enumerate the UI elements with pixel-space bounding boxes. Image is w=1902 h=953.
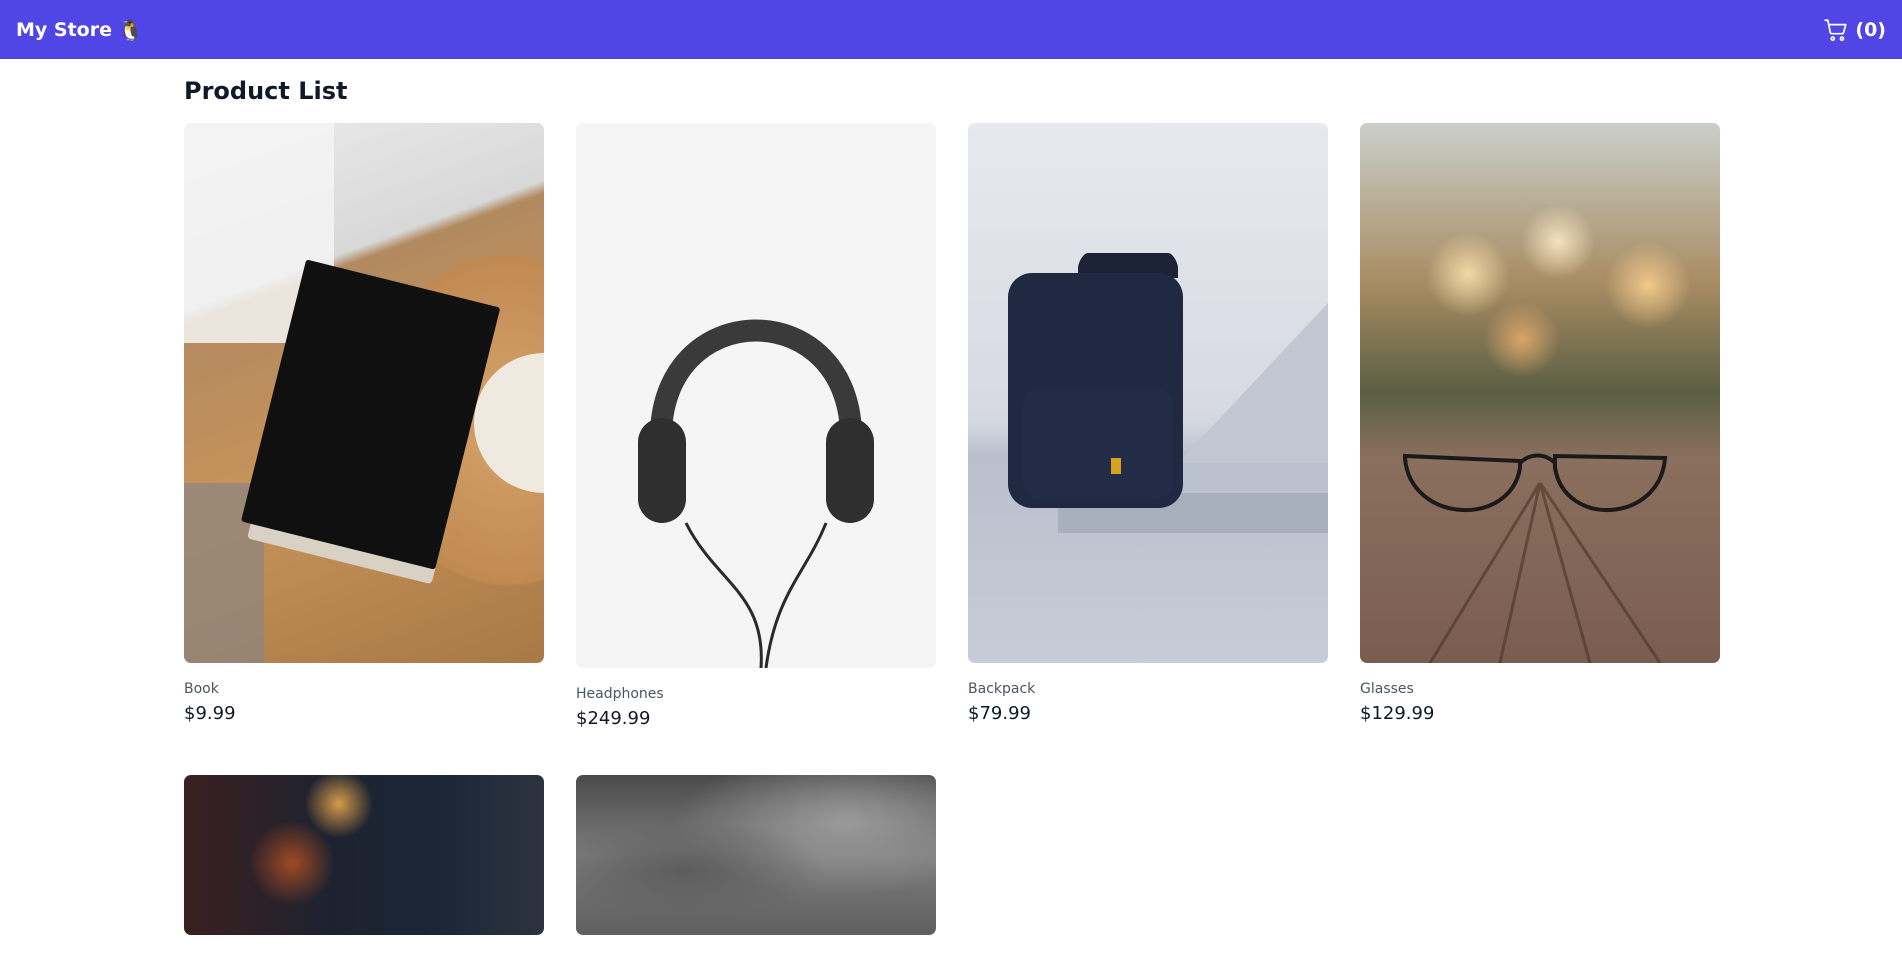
product-image-headphones [576,123,936,668]
product-card-book[interactable]: Book $9.99 [184,123,544,724]
glasses-illustration [1403,453,1668,663]
cart-count: (0) [1855,18,1886,41]
brand-link[interactable]: My Store 🐧 [16,19,143,41]
product-name: Book [184,681,219,697]
product-card-headphones[interactable]: Headphones $249.99 [576,123,936,729]
product-card-6[interactable] [576,775,936,953]
cart-button[interactable]: (0) [1823,17,1886,43]
product-name: Backpack [968,681,1036,697]
page-title: Product List [184,77,348,105]
book-illustration [184,123,544,663]
penguin-icon: 🐧 [117,17,143,42]
product-name: Glasses [1360,681,1414,697]
product-image-book [184,123,544,663]
navbar: My Store 🐧 (0) [0,0,1902,59]
shopping-cart-icon [1824,18,1848,41]
product-image-5 [184,775,544,935]
product-price: $9.99 [184,703,236,724]
product-card-5[interactable] [184,775,544,953]
product-price: $129.99 [1360,703,1435,724]
brand-name: My Store [16,18,112,41]
product-image-glasses [1360,123,1720,663]
backpack-illustration [1008,253,1328,533]
headphones-illustration [638,319,874,668]
product-card-backpack[interactable]: Backpack $79.99 [968,123,1328,724]
product-price: $79.99 [968,703,1031,724]
product-image-backpack [968,123,1328,663]
product-name: Headphones [576,686,664,702]
product-price: $249.99 [576,708,651,729]
product-card-glasses[interactable]: Glasses $129.99 [1360,123,1720,724]
product-image-6 [576,775,936,935]
